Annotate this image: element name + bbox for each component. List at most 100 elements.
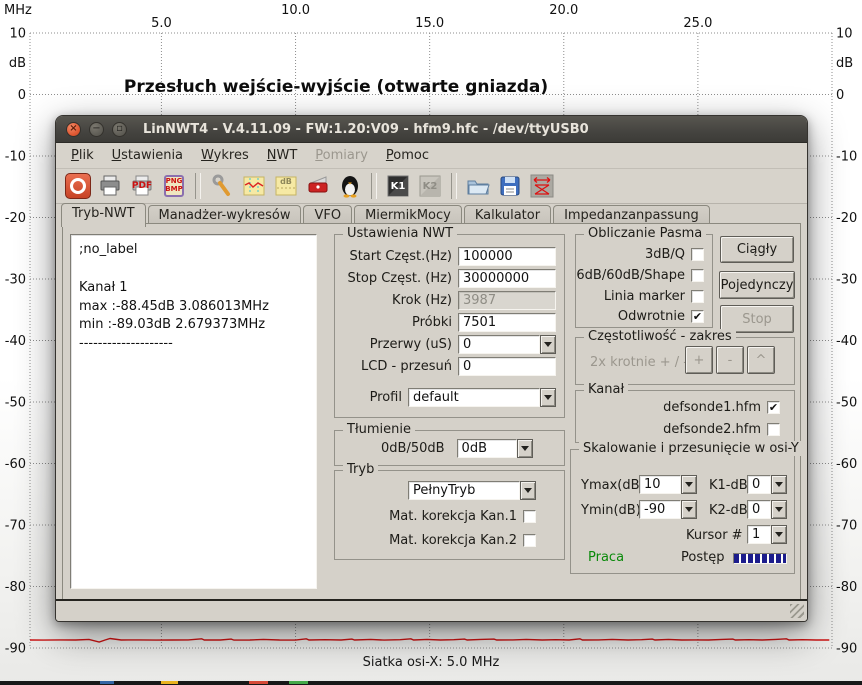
tab-content: ;no_label Kanał 1 max :-88.45dB 3.086013… [62, 223, 801, 601]
start-freq-label: Start Częst.(Hz) [341, 249, 452, 264]
ymin-label: Ymin(dB) [581, 503, 641, 518]
svg-text:0: 0 [18, 88, 26, 103]
group-skalowanie: Skalowanie i przesunięcie w osi-Y Ymax(d… [570, 449, 795, 574]
group-title: Ustawienia NWT [343, 226, 457, 241]
menu-wykres[interactable]: Wykres [192, 145, 258, 166]
attenuator-combo[interactable]: 0dB [457, 439, 533, 458]
probki-input[interactable] [458, 313, 556, 332]
print-icon[interactable] [96, 172, 124, 200]
k2-db-label: K2-dB [709, 503, 748, 518]
menu-pomiary[interactable]: Pomiary [306, 145, 377, 166]
korekcja-kan2-checkbox[interactable] [523, 534, 536, 547]
6db-60db-shape-checkbox[interactable] [691, 269, 704, 282]
tux-linux-icon[interactable] [336, 172, 364, 200]
k2-db-combo[interactable]: 0 [747, 500, 787, 519]
taskbar-icon-red [249, 681, 268, 684]
svg-text:MHz: MHz [4, 3, 32, 18]
korekcja-kan1-label: Mat. korekcja Kan.1 [389, 509, 517, 524]
sweep-curve-settings-icon[interactable] [240, 172, 268, 200]
lcd-przesun-input[interactable] [458, 357, 556, 376]
start-freq-input[interactable] [458, 247, 556, 266]
defsonde2-checkbox[interactable] [767, 423, 780, 436]
group-ustawienia-nwt: Ustawienia NWT Start Częst.(Hz) Stop Czę… [334, 234, 565, 418]
svg-text:10.0: 10.0 [281, 3, 310, 18]
group-czestotliwosc-zakres: Częstotliwość - zakres 2x krotnie + / - … [575, 337, 795, 385]
power-off-icon[interactable] [64, 172, 92, 200]
group-title: Kanał [584, 382, 628, 397]
ciagly-button[interactable]: Ciągły [720, 236, 794, 263]
tryb-combo[interactable]: PełnyTryb [408, 481, 536, 500]
stop-freq-input[interactable] [458, 269, 556, 288]
krok-input [458, 291, 556, 310]
svg-text:-60: -60 [836, 457, 857, 472]
chevron-down-icon [540, 388, 556, 407]
attenuator-label: 0dB/50dB [381, 441, 445, 456]
svg-text:-70: -70 [836, 519, 857, 534]
svg-text:10: 10 [9, 27, 26, 42]
taskbar-icon-green [289, 681, 308, 684]
svg-text:-10: -10 [5, 150, 26, 165]
menu-plik[interactable]: Plik [62, 145, 103, 166]
chevron-down-icon [520, 481, 536, 500]
maximize-button[interactable]: ▫ [112, 122, 127, 137]
window-title: LinNWT4 - V.4.11.09 - FW:1.20:V09 - hfm9… [143, 122, 589, 137]
k1-db-combo[interactable]: 0 [747, 475, 787, 494]
linia-marker-checkbox[interactable] [691, 290, 704, 303]
group-tlumienie: Tłumienie 0dB/50dB 0dB [334, 430, 565, 466]
linia-marker-label: Linia marker [604, 289, 685, 304]
taskbar-edge [0, 681, 862, 685]
toolbar-separator [371, 173, 377, 199]
freq-minus-button[interactable]: - [716, 346, 744, 374]
ymin-combo[interactable]: -90 [639, 500, 697, 519]
ymax-combo[interactable]: 10 [639, 475, 697, 494]
chevron-down-icon [540, 335, 556, 354]
freq-caret-button[interactable]: ^ [747, 346, 775, 374]
k1-channel-icon[interactable]: K1 [384, 172, 412, 200]
3db-q-checkbox[interactable] [691, 248, 704, 261]
odwrotnie-checkbox[interactable] [691, 310, 704, 323]
group-title: Tryb [343, 462, 378, 477]
menu-ustawienia[interactable]: Ustawienia [103, 145, 192, 166]
profil-combo[interactable]: default [408, 388, 556, 407]
titlebar[interactable]: × − ▫ LinNWT4 - V.4.11.09 - FW:1.20:V09 … [56, 116, 807, 143]
tab-tryb-nwt[interactable]: Tryb-NWT [61, 203, 146, 227]
group-title: Częstotliwość - zakres [584, 329, 736, 344]
svg-text:15.0: 15.0 [415, 16, 444, 31]
print-pdf-icon[interactable]: PDF [128, 172, 156, 200]
k2-channel-icon[interactable]: K2 [416, 172, 444, 200]
lcd-przesun-label: LCD - przesuń [341, 359, 452, 374]
menu-nwt[interactable]: NWT [258, 145, 307, 166]
3db-q-label: 3dB/Q [645, 247, 685, 262]
taskbar-icon-orange [161, 681, 178, 684]
export-png-bmp-icon[interactable]: PNG BMP [160, 172, 188, 200]
przerwy-combo[interactable]: 0 [458, 335, 556, 354]
freq-plus-button[interactable]: + [685, 346, 713, 374]
settings-wrench-icon[interactable] [208, 172, 236, 200]
kursor-label: Kursor # [686, 528, 743, 543]
pojedynczy-button[interactable]: Pojedynczy [719, 271, 795, 299]
open-folder-icon[interactable] [464, 172, 492, 200]
svg-text:20.0: 20.0 [549, 3, 578, 18]
kursor-combo[interactable]: 1 [747, 525, 787, 544]
minimize-button[interactable]: − [89, 122, 104, 137]
defsonde1-checkbox[interactable] [767, 401, 780, 414]
krok-label: Krok (Hz) [341, 293, 452, 308]
group-tryb: Tryb PełnyTryb Mat. korekcja Kan.1 Mat. … [334, 470, 565, 560]
status-bar [56, 599, 807, 621]
sweep-range-icon[interactable] [528, 172, 556, 200]
menu-pomoc[interactable]: Pomoc [377, 145, 438, 166]
svg-text:-20: -20 [5, 211, 26, 226]
db-scale-icon[interactable]: dB [272, 172, 300, 200]
close-button[interactable]: × [66, 122, 81, 137]
defsonde1-label: defsonde1.hfm [663, 400, 761, 415]
save-icon[interactable] [496, 172, 524, 200]
6db-60db-shape-label: 6dB/60dB/Shape [576, 268, 685, 283]
measurement-info-panel[interactable]: ;no_label Kanał 1 max :-88.45dB 3.086013… [70, 234, 317, 589]
korekcja-kan1-checkbox[interactable] [523, 510, 536, 523]
svg-text:-30: -30 [836, 273, 857, 288]
svg-text:dB: dB [836, 56, 853, 71]
tools-knife-icon[interactable] [304, 172, 332, 200]
profil-label: Profil [341, 390, 402, 405]
odwrotnie-label: Odwrotnie [618, 309, 685, 324]
resize-grip[interactable] [790, 604, 804, 618]
